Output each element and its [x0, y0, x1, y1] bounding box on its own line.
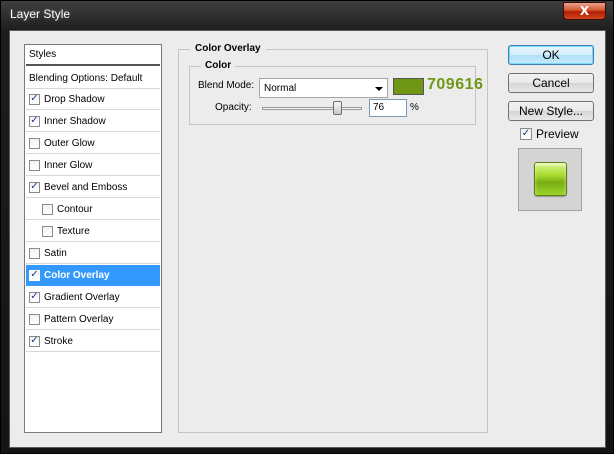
blend-mode-label: Blend Mode: [198, 80, 255, 91]
styles-header[interactable]: Styles [26, 45, 160, 66]
preview-toggle[interactable]: ✓ Preview [520, 127, 579, 141]
chevron-down-icon [375, 87, 383, 91]
style-item-inner-shadow[interactable]: ✓ Inner Shadow [26, 111, 160, 132]
styles-list: Styles Blending Options: Default ✓ Drop S… [24, 44, 162, 433]
style-checkbox[interactable]: ✓ [29, 93, 40, 105]
preview-thumbnail [518, 148, 582, 211]
dialog-body: Styles Blending Options: Default ✓ Drop S… [9, 30, 606, 448]
style-item-label: Satin [44, 247, 67, 259]
style-item-label: Drop Shadow [44, 93, 105, 105]
preview-label: Preview [536, 127, 579, 141]
style-item-bevel-and-emboss[interactable]: ✓ Bevel and Emboss [26, 177, 160, 198]
style-checkbox[interactable]: ✓ [29, 335, 40, 347]
opacity-slider-track[interactable] [262, 107, 362, 110]
style-checkbox[interactable]: ✓ [29, 269, 40, 281]
layer-style-window: Layer Style X Styles Blending Options: D… [0, 0, 614, 454]
opacity-label: Opacity: [215, 102, 252, 113]
style-item-label: Texture [57, 225, 90, 237]
style-item-label: Bevel and Emboss [44, 181, 128, 193]
style-item-texture[interactable]: Texture [26, 221, 160, 242]
style-item-label: Pattern Overlay [44, 313, 114, 325]
style-checkbox[interactable]: ✓ [29, 291, 40, 303]
opacity-input[interactable]: 76 [369, 99, 407, 117]
style-item-label: Outer Glow [44, 137, 95, 149]
style-checkbox[interactable]: ✓ [29, 181, 40, 193]
cancel-button[interactable]: Cancel [508, 73, 594, 93]
style-item-satin[interactable]: Satin [26, 243, 160, 264]
style-item-stroke[interactable]: ✓ Stroke [26, 331, 160, 352]
color-section-title: Color [201, 60, 236, 71]
style-item-outer-glow[interactable]: Outer Glow [26, 133, 160, 154]
style-item-color-overlay[interactable]: ✓ Color Overlay [26, 265, 160, 286]
style-item-label: Contour [57, 203, 93, 215]
style-item-contour[interactable]: Contour [26, 199, 160, 220]
style-checkbox[interactable] [29, 159, 40, 171]
style-item-pattern-overlay[interactable]: Pattern Overlay [26, 309, 160, 330]
style-checkbox[interactable] [29, 247, 40, 259]
style-item-inner-glow[interactable]: Inner Glow [26, 155, 160, 176]
blend-mode-select[interactable]: Normal [259, 78, 388, 98]
overlay-color-swatch[interactable] [393, 78, 424, 95]
style-item-gradient-overlay[interactable]: ✓ Gradient Overlay [26, 287, 160, 308]
opacity-slider-thumb[interactable] [333, 101, 342, 115]
ok-button[interactable]: OK [508, 45, 594, 65]
style-item-label: Stroke [44, 335, 73, 347]
new-style-button[interactable]: New Style... [508, 101, 594, 121]
style-checkbox[interactable] [29, 137, 40, 149]
window-title: Layer Style [10, 7, 71, 21]
style-item-drop-shadow[interactable]: ✓ Drop Shadow [26, 89, 160, 110]
style-checkbox[interactable] [42, 225, 53, 237]
opacity-unit: % [410, 102, 419, 113]
blend-mode-value: Normal [264, 83, 297, 94]
style-checkbox[interactable] [29, 313, 40, 325]
color-overlay-title: Color Overlay [190, 43, 266, 54]
style-item-label: Color Overlay [44, 269, 110, 281]
style-item-label: Inner Glow [44, 159, 93, 171]
style-checkbox[interactable] [42, 203, 53, 215]
style-item-label: Gradient Overlay [44, 291, 120, 303]
style-checkbox[interactable]: ✓ [29, 115, 40, 127]
close-button[interactable]: X [563, 2, 606, 20]
preview-checkbox[interactable]: ✓ [520, 128, 532, 140]
preview-swatch [534, 162, 567, 196]
color-hex-value: 709616 [427, 76, 484, 93]
title-bar[interactable]: Layer Style X [1, 1, 613, 29]
blending-options-item[interactable]: Blending Options: Default [26, 68, 160, 89]
style-item-label: Inner Shadow [44, 115, 106, 127]
close-icon: X [579, 4, 590, 18]
